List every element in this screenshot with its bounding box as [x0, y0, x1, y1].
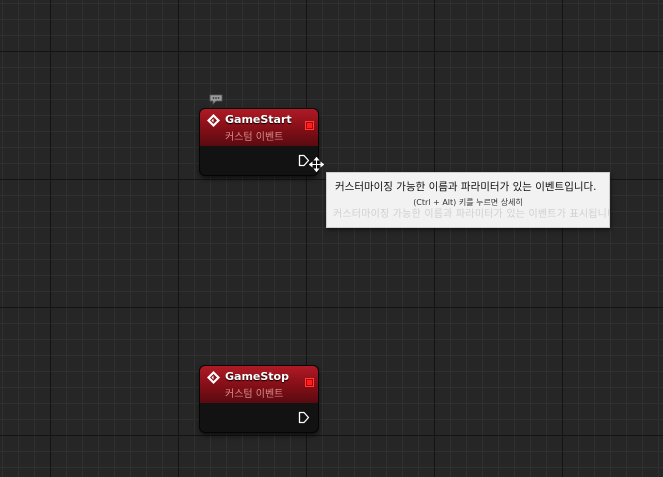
node-subtitle: 커스텀 이벤트 — [225, 132, 284, 143]
tooltip-hint: (Ctrl + Alt) 키를 누르면 상세히 — [413, 198, 523, 207]
delegate-pin-icon[interactable] — [305, 121, 314, 130]
node-tooltip: 커스터마이징 가능한 이름과 파라미터가 있는 이벤트가 표시됩니다 커스터마이… — [326, 172, 610, 228]
event-node-gamestart[interactable]: GameStart 커스텀 이벤트 — [200, 109, 318, 175]
tooltip-text: 커스터마이징 가능한 이름과 파라미터가 있는 이벤트입니다. — [335, 181, 597, 193]
event-diamond-icon — [207, 114, 220, 127]
event-node-gamestop[interactable]: GameStop 커스텀 이벤트 — [200, 366, 318, 432]
move-cursor-icon — [309, 157, 324, 172]
node-header[interactable]: GameStart 커스텀 이벤트 — [200, 109, 318, 146]
event-diamond-icon — [207, 371, 220, 384]
blueprint-graph-canvas[interactable]: GameStart 커스텀 이벤트 커스터마이징 가능한 이름과 파라미터가 있… — [0, 0, 663, 477]
node-subtitle: 커스텀 이벤트 — [225, 389, 284, 400]
exec-pin-icon[interactable] — [298, 411, 310, 424]
node-title: GameStart — [225, 113, 292, 126]
comment-bubble-icon[interactable] — [209, 94, 223, 105]
delegate-pin-icon[interactable] — [305, 378, 314, 387]
node-title: GameStop — [225, 370, 289, 383]
node-header[interactable]: GameStop 커스텀 이벤트 — [200, 366, 318, 403]
